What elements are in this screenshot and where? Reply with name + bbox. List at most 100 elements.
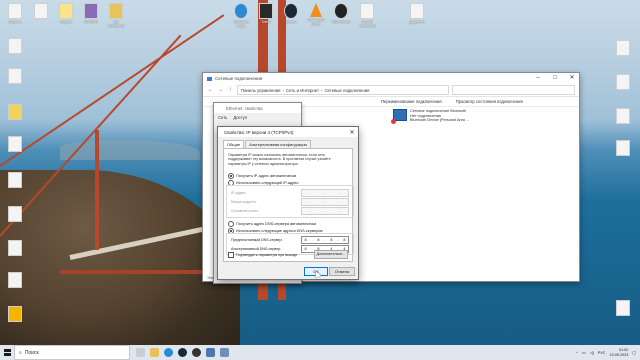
auto-dns-radio[interactable]: Получить адрес DNS-сервера автоматически <box>228 221 316 227</box>
steam-icon <box>284 3 298 19</box>
validate-on-exit-checkbox[interactable]: Подтвердить параметры при выходе <box>228 252 297 258</box>
desktop-icon-left-8[interactable] <box>4 272 26 298</box>
advanced-button[interactable]: Дополнительно... <box>314 250 348 259</box>
desktop-icon-left-6[interactable] <box>4 206 26 232</box>
file-icon <box>616 74 630 90</box>
maximize-button[interactable]: □ <box>548 73 562 84</box>
rename-connection-command[interactable]: Переименование подключения <box>381 99 442 104</box>
desktop-icon-twitch[interactable]: Twitch <box>255 3 277 29</box>
auto-ip-radio[interactable]: Получить IP-адрес автоматически <box>228 173 296 179</box>
desktop-icon-left-3[interactable] <box>4 104 26 130</box>
close-icon[interactable]: ✕ <box>346 129 358 136</box>
network-icon[interactable]: ▭ <box>582 350 586 355</box>
network-adapter-icon <box>391 109 407 124</box>
desktop-icon-left-1[interactable] <box>4 38 26 64</box>
edge-icon <box>234 3 248 19</box>
desktop-icon-steam[interactable]: Steam <box>280 3 302 29</box>
language-indicator[interactable]: РУС <box>598 351 606 355</box>
bluetooth-connection-text: Сетевое подключение Bluetooth Нет подклю… <box>410 109 470 122</box>
desktop-icon-left-2[interactable] <box>4 68 26 94</box>
system-tray: ^ ▭ ◁) РУС 01:02 13.05.2023 ▢ <box>576 348 640 357</box>
desktop-icon-right-4[interactable] <box>612 140 634 166</box>
subnet-mask-field[interactable]: ... <box>301 198 349 206</box>
steam-icon[interactable] <box>178 348 187 357</box>
tab-sharing[interactable]: Доступ <box>233 115 247 120</box>
volume-icon[interactable]: ◁) <box>590 350 594 355</box>
dialog-titlebar[interactable]: Свойства: IP версии 4 (TCP/IPv4) ✕ <box>218 127 358 137</box>
tab-network[interactable]: Сеть <box>218 115 227 120</box>
windows-logo-icon <box>3 349 11 356</box>
obs-icon[interactable] <box>192 348 201 357</box>
network-folder-icon <box>207 76 212 81</box>
desktop-icon-vlc[interactable]: VLC media player <box>305 3 327 29</box>
up-arrow-icon[interactable]: ↑ <box>227 87 234 93</box>
general-panel: Параметры IP можно назначать автоматичес… <box>223 148 354 262</box>
desktop-icon-left-4[interactable] <box>4 136 26 162</box>
document-icon <box>410 3 424 19</box>
ip-address-field[interactable]: ... <box>301 189 349 197</box>
ipv4-properties-dialog: Свойства: IP версии 4 (TCP/IPv4) ✕ Общие… <box>217 126 359 280</box>
search-input[interactable] <box>452 85 575 95</box>
gateway-field[interactable]: ... <box>301 207 349 215</box>
control-panel-icon[interactable] <box>220 348 229 357</box>
desktop-icon-right-1[interactable] <box>612 40 634 66</box>
network-settings-icon[interactable] <box>206 348 215 357</box>
obs-icon <box>334 3 348 19</box>
app-icon <box>8 306 22 322</box>
window-titlebar[interactable]: Сетевые подключения – □ ✕ <box>203 73 579 84</box>
desktop-icon-left-5[interactable] <box>4 172 26 198</box>
tab-general[interactable]: Общие <box>223 140 245 148</box>
desktop-icon-file[interactable] <box>30 3 52 29</box>
breadcrumb-separator: › <box>282 87 284 93</box>
notification-icon[interactable]: ▢ <box>632 350 636 355</box>
desktop-icon-left-9[interactable] <box>4 306 26 332</box>
start-button[interactable] <box>0 345 14 360</box>
back-arrow-icon[interactable]: ← <box>207 87 214 93</box>
task-view-icon[interactable] <box>136 348 145 357</box>
desktop-icon-left-7[interactable] <box>4 240 26 266</box>
manual-ip-group: IP-адрес: ... Маска подсети: ... Основно… <box>226 185 354 218</box>
view-status-command[interactable]: Просмотр состояния подключения <box>456 99 523 104</box>
preferred-dns-field[interactable]: 8. 8. 8. 8 <box>301 236 349 244</box>
file-explorer-icon[interactable] <box>150 348 159 357</box>
search-label: Поиск <box>24 349 39 356</box>
breadcrumb-item[interactable]: Сетевые подключения <box>324 88 369 93</box>
text-file-icon <box>360 3 374 19</box>
desktop-icon-right-3[interactable] <box>612 108 634 134</box>
cancel-button[interactable]: Отмена <box>329 267 355 276</box>
checkbox-icon <box>228 252 234 258</box>
file-icon <box>8 104 22 120</box>
desktop-icon-document[interactable]: Документ <box>406 3 428 29</box>
desktop-icon-right-5[interactable] <box>612 300 634 326</box>
properties-title[interactable]: Ethernet: свойства <box>214 103 301 113</box>
minimize-button[interactable]: – <box>531 73 545 84</box>
desktop-icon-obs[interactable]: OBS Studio <box>330 3 352 29</box>
edge-icon[interactable] <box>164 348 173 357</box>
desktop-icon-right-2[interactable] <box>612 74 634 100</box>
desktop-icon-folder[interactable]: кар лайфвера <box>105 3 127 29</box>
forward-arrow-icon[interactable]: → <box>217 87 224 93</box>
chevron-up-icon[interactable]: ^ <box>576 351 578 355</box>
bluetooth-connection-item[interactable]: Сетевое подключение Bluetooth Нет подклю… <box>391 109 470 124</box>
desktop-icon-text-file[interactable]: Новый текстовый <box>356 3 378 29</box>
taskbar-search[interactable]: ⌕ Поиск <box>14 345 130 360</box>
twitch-icon <box>259 3 273 19</box>
file-icon <box>8 172 22 188</box>
breadcrumb-item[interactable]: Панель управления <box>241 88 280 93</box>
desktop-icon-edge[interactable]: Microsoft Edge <box>230 3 252 29</box>
breadcrumb-item[interactable]: Сеть и Интернет <box>286 88 319 93</box>
desktop-icon-yandex[interactable]: Яндекс <box>55 3 77 29</box>
description-text: Параметры IP можно назначать автоматичес… <box>228 153 331 166</box>
close-button[interactable]: ✕ <box>565 73 579 84</box>
radio-selected-icon <box>228 173 234 179</box>
address-bar[interactable]: Панель управления › Сеть и Интернет › Се… <box>237 85 449 95</box>
file-icon <box>34 3 48 19</box>
taskbar-pinned-apps <box>136 348 229 357</box>
dialog-tabs: Общие Альтернативная конфигурация <box>218 137 358 148</box>
dialog-title: Свойства: IP версии 4 (TCP/IPv4) <box>224 129 294 135</box>
tab-alternate-config[interactable]: Альтернативная конфигурация <box>245 140 311 148</box>
clock[interactable]: 01:02 13.05.2023 <box>609 348 628 357</box>
radio-icon <box>228 221 234 227</box>
desktop-icon-recycle-bin[interactable]: Корзина <box>4 3 26 29</box>
desktop-icon-winrar[interactable]: WinRAR <box>80 3 102 29</box>
